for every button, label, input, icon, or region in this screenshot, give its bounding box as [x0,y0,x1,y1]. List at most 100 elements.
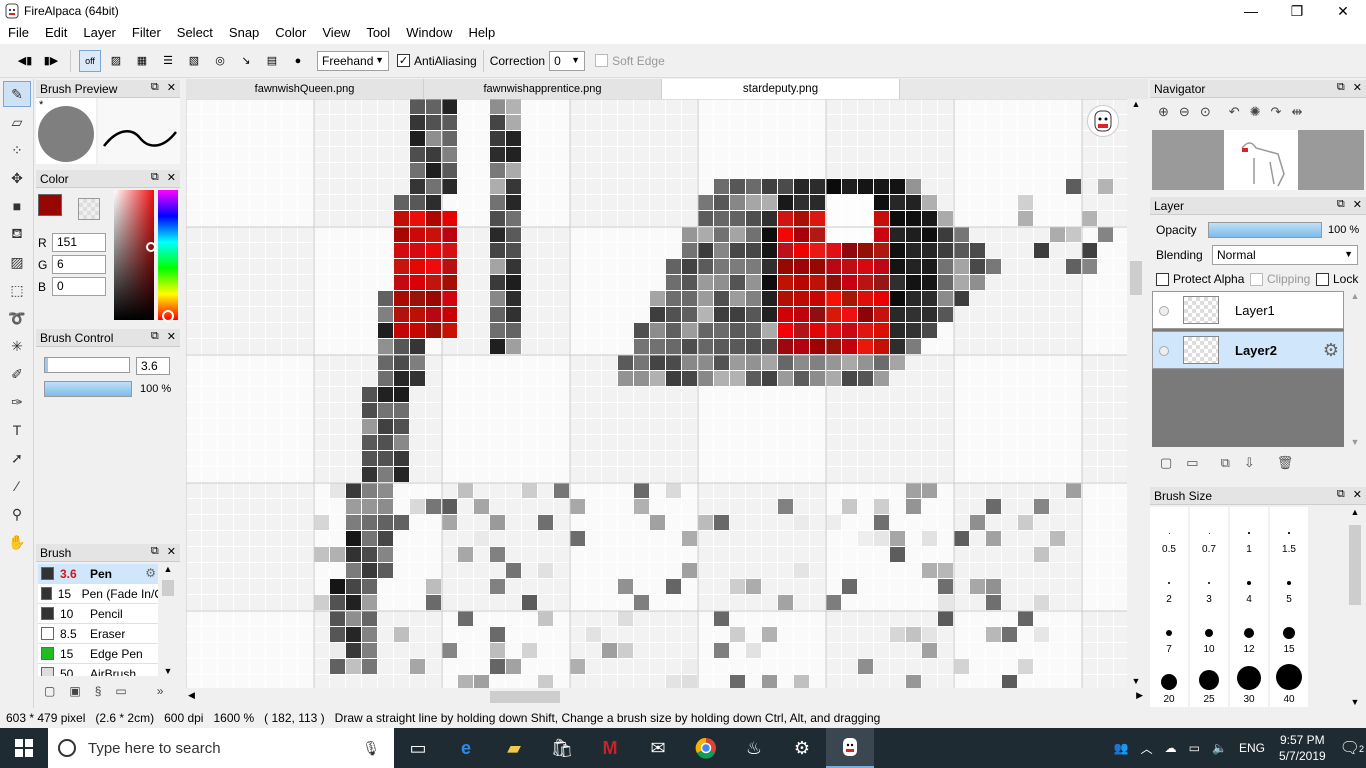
brush-size-option[interactable]: 1 [1230,507,1270,557]
select-eraser-tool-icon[interactable]: ✑ [3,389,31,415]
brush-size-option[interactable]: 10 [1190,607,1230,657]
zoom-in-icon[interactable]: ⊕ [1158,104,1169,120]
text-tool-icon[interactable]: T [3,417,31,443]
navigator-preview[interactable] [1152,130,1364,190]
correction-select[interactable]: 0 ▼ [549,50,586,71]
float-panel-icon[interactable]: ⧉ [1337,488,1345,501]
network-icon[interactable]: ▭ [1183,741,1206,755]
delete-layer-icon[interactable]: 🗑 [1277,455,1294,471]
edge-browser-icon[interactable]: e [442,728,490,768]
snap-parallel-icon[interactable]: ▨ [105,50,127,72]
protect-alpha-toggle[interactable]: Protect Alpha [1156,272,1244,286]
lasso-tool-icon[interactable]: ➰ [3,305,31,331]
scroll-up-icon[interactable]: ▲ [1127,99,1145,109]
scrollbar-thumb[interactable] [1349,525,1361,605]
brush-size-option[interactable]: 25 [1190,657,1230,707]
brush-item-pencil[interactable]: 10 Pencil [38,604,158,624]
snap-3d-icon[interactable]: ▤ [261,50,283,72]
operation-tool-icon[interactable]: ➚ [3,445,31,471]
select-pen-tool-icon[interactable]: ✐ [3,361,31,387]
menu-file[interactable]: File [0,22,37,44]
scroll-down-icon[interactable]: ▼ [1346,437,1364,447]
clipping-toggle[interactable]: Clipping [1250,272,1310,286]
dot-tool-icon[interactable]: ⁘ [3,137,31,163]
float-panel-icon[interactable]: ⧉ [1337,81,1345,94]
blending-select[interactable]: Normal ▼ [1212,245,1358,265]
zoom-out-icon[interactable]: ⊖ [1179,104,1190,120]
fill-rect-tool-icon[interactable]: ■ [3,193,31,219]
close-panel-icon[interactable]: ✕ [1353,81,1362,94]
brush-item-airbrush[interactable]: 50 AirBrush [38,664,158,676]
scroll-down-icon[interactable]: ▼ [160,666,176,676]
layer-row-layer2[interactable]: Layer2 ⚙ [1152,331,1344,369]
float-panel-icon[interactable]: ⧉ [1337,198,1345,211]
brush-item-pen-fade[interactable]: 15 Pen (Fade In/Out) [38,584,158,604]
eyedropper-tool-icon[interactable]: ⚲ [3,501,31,527]
reset-rotation-icon[interactable]: ✺ [1250,104,1261,120]
close-panel-icon[interactable]: ✕ [1353,488,1362,501]
snap-grid-icon[interactable]: ▦ [131,50,153,72]
primary-color-swatch[interactable] [38,194,62,216]
layer-visibility-toggle[interactable] [1159,346,1169,356]
new-layer-icon[interactable]: ▢ [1160,455,1172,471]
rotate-right-icon[interactable]: ↷ [1271,104,1282,120]
menu-color[interactable]: Color [267,22,314,44]
settings-gear-icon[interactable]: ⚙ [778,728,826,768]
add-brush-icon[interactable]: ▣ [69,684,80,698]
gear-icon[interactable]: ⚙ [145,566,156,580]
scroll-up-icon[interactable]: ▲ [160,564,176,574]
menu-filter[interactable]: Filter [124,22,169,44]
snap-concentric-icon[interactable]: ◎ [209,50,231,72]
brush-opacity-slider[interactable] [44,381,132,397]
brush-folder-icon[interactable]: ▭ [115,684,126,698]
scroll-right-icon[interactable]: ▶ [1136,690,1143,701]
brush-size-slider[interactable] [44,357,130,373]
snap-point-icon[interactable]: ● [287,50,309,72]
brush-size-option[interactable]: 3 [1190,557,1230,607]
menu-tool[interactable]: Tool [358,22,398,44]
close-panel-icon[interactable]: ✕ [167,330,176,343]
input-language[interactable]: ENG [1233,741,1271,755]
antialiasing-checkbox[interactable]: ✓ [397,54,410,67]
menu-help[interactable]: Help [460,22,503,44]
gear-icon[interactable]: ⚙ [1323,340,1339,361]
float-panel-icon[interactable]: ⧉ [151,81,159,94]
layer-list-scrollbar[interactable]: ▲ ▼ [1346,291,1364,447]
menu-snap[interactable]: Snap [221,22,267,44]
duplicate-layer-icon[interactable]: ⧉ [1221,455,1230,471]
brush-size-option[interactable]: 15 [1270,607,1310,657]
brush-size-option[interactable]: 0.7 [1190,507,1230,557]
drawing-canvas[interactable] [186,99,1127,688]
brush-size-option[interactable]: 0.5 [1150,507,1190,557]
protect-alpha-checkbox[interactable] [1156,272,1169,286]
snap-curve-icon[interactable]: ↘ [235,50,257,72]
tab-stardeputy[interactable]: stardeputy.png [662,79,900,99]
soft-edge-toggle[interactable]: Soft Edge [595,54,665,68]
minimize-button[interactable]: — [1228,0,1274,22]
blue-input[interactable]: 0 [52,277,106,296]
tab-fawnwishapprentice[interactable]: fawnwishapprentice.png [424,79,662,99]
brush-size-option[interactable]: 12 [1230,607,1270,657]
menu-layer[interactable]: Layer [75,22,124,44]
scroll-up-icon[interactable]: ▲ [1346,291,1364,301]
scroll-left-icon[interactable]: ◀ [188,690,195,701]
brush-size-option[interactable]: 5 [1270,557,1310,607]
script-brush-icon[interactable]: § [95,684,102,698]
file-explorer-icon[interactable]: ▰ [490,728,538,768]
float-panel-icon[interactable]: ⧉ [151,545,159,558]
menu-view[interactable]: View [314,22,358,44]
float-panel-icon[interactable]: ⧉ [151,330,159,343]
scrollbar-thumb[interactable] [490,691,560,703]
transparent-color-swatch[interactable] [78,198,100,220]
brush-size-option[interactable]: 40 [1270,657,1310,707]
clipping-checkbox[interactable] [1250,272,1263,286]
snap-off-button[interactable]: off [79,49,101,72]
people-icon[interactable]: 👥 [1108,741,1135,755]
magic-wand-tool-icon[interactable]: ✳ [3,333,31,359]
show-hidden-icons-icon[interactable]: ︿ [1135,740,1159,757]
gradient-tool-icon[interactable]: ▨ [3,249,31,275]
divide-tool-icon[interactable]: ∕ [3,473,31,499]
brush-size-option[interactable]: 2 [1150,557,1190,607]
close-panel-icon[interactable]: ✕ [167,545,176,558]
layer-row-layer1[interactable]: Layer1 [1152,291,1344,329]
